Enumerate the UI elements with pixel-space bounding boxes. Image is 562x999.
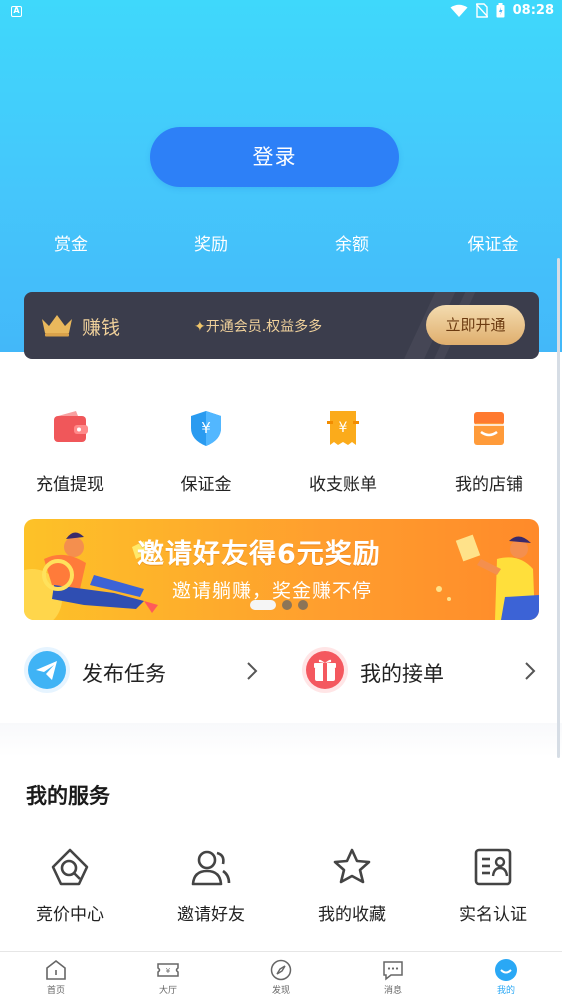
service-label: 我的收藏: [318, 905, 386, 925]
my-orders-label: 我的接单: [360, 662, 444, 686]
quick-action-label: 保证金: [180, 475, 232, 495]
nav-label: 大厅: [158, 986, 177, 996]
crown-icon: [42, 315, 72, 337]
svg-text:¥: ¥: [339, 420, 348, 436]
wallet-icon: [54, 411, 88, 442]
nav-label: 消息: [383, 986, 402, 996]
message-icon: [383, 961, 403, 981]
vip-title: 赚钱: [82, 317, 121, 339]
no-sim-icon: [475, 3, 488, 18]
svg-text:¥: ¥: [201, 419, 211, 437]
quick-action-recharge-withdraw[interactable]: 充值提现: [0, 408, 140, 498]
banner-right-illustration: [436, 534, 539, 620]
service-label: 竞价中心: [36, 905, 104, 925]
svg-text:¥: ¥: [166, 967, 171, 975]
service-label: 实名认证: [459, 905, 527, 925]
open-membership-button[interactable]: 立即开通: [426, 305, 525, 345]
quick-action-label: 我的店铺: [455, 475, 523, 495]
profile-icon: [495, 959, 517, 981]
banner-title: 邀请好友得6元奖励: [137, 539, 381, 570]
quick-action-bills[interactable]: ¥ 收支账单: [273, 408, 413, 498]
publish-task-label: 发布任务: [82, 662, 166, 686]
home-icon: [46, 959, 66, 980]
login-button[interactable]: 登录: [150, 127, 399, 187]
stat-deposit[interactable]: 保证金: [443, 230, 543, 255]
status-bar: A 08:28: [0, 0, 562, 24]
star-icon: [333, 848, 371, 884]
service-invite-friends[interactable]: 邀请好友: [141, 846, 281, 926]
battery-icon: [496, 3, 505, 18]
services-section-title: 我的服务: [26, 784, 110, 808]
carousel-dot[interactable]: [282, 600, 292, 610]
nav-hall[interactable]: ¥ 大厅: [112, 952, 224, 999]
publish-task-entry[interactable]: 发布任务: [24, 645, 264, 699]
vip-description: ✦开通会员.权益多多: [194, 319, 323, 335]
quick-action-label: 收支账单: [309, 475, 377, 495]
nav-profile[interactable]: 我的: [450, 952, 562, 999]
shield-icon: ¥: [191, 411, 221, 446]
quick-action-deposit[interactable]: ¥ 保证金: [136, 408, 276, 498]
service-label: 邀请好友: [177, 905, 245, 925]
id-card-icon: [474, 848, 512, 886]
auction-icon: [51, 848, 89, 886]
bill-icon: ¥: [327, 411, 359, 445]
nav-label: 发现: [271, 986, 290, 996]
shop-icon: [474, 412, 504, 445]
bottom-navigation: 首页 ¥ 大厅 发现 消息 我的: [0, 951, 562, 999]
nav-messages[interactable]: 消息: [337, 952, 449, 999]
scrollbar[interactable]: [557, 258, 560, 758]
carousel-dot[interactable]: [298, 600, 308, 610]
compass-icon: [270, 959, 292, 981]
carousel-indicator[interactable]: [250, 600, 308, 610]
ticket-icon: ¥: [157, 963, 179, 977]
users-icon: [191, 850, 231, 886]
nav-label: 我的: [496, 986, 515, 996]
quick-action-my-shop[interactable]: 我的店铺: [419, 408, 559, 498]
invite-banner[interactable]: 邀请好友得6元奖励 邀请躺赚，奖金赚不停: [24, 519, 539, 620]
carousel-dot-active[interactable]: [250, 600, 276, 610]
profile-page: A 08:28 登录 赏金 奖励 余额 保证金 赚钱 ✦开通会员.权益多多 立即…: [0, 0, 562, 999]
chevron-right-icon: [247, 662, 258, 680]
sparkle-icon: ✦: [194, 319, 206, 335]
chevron-right-icon: [525, 662, 536, 680]
service-favorites[interactable]: 我的收藏: [282, 846, 422, 926]
nav-discover[interactable]: 发现: [225, 952, 337, 999]
banner-subtitle: 邀请躺赚，奖金赚不停: [172, 580, 373, 602]
my-orders-entry[interactable]: 我的接单: [302, 645, 542, 699]
stat-reward[interactable]: 奖励: [161, 230, 261, 255]
gift-icon: [302, 647, 348, 693]
quick-action-label: 充值提现: [36, 475, 104, 495]
stat-bounty[interactable]: 赏金: [21, 230, 121, 255]
app-notification-icon: A: [11, 6, 22, 17]
wifi-icon: [450, 4, 468, 17]
send-icon: [24, 647, 70, 693]
service-bidding-center[interactable]: 竞价中心: [0, 846, 140, 926]
section-divider: [0, 723, 562, 757]
nav-home[interactable]: 首页: [0, 952, 112, 999]
service-real-name-auth[interactable]: 实名认证: [423, 846, 562, 926]
status-time: 08:28: [512, 3, 554, 18]
nav-label: 首页: [46, 986, 65, 996]
stat-balance[interactable]: 余额: [302, 230, 402, 255]
vip-membership-bar[interactable]: 赚钱 ✦开通会员.权益多多 立即开通: [24, 292, 539, 359]
account-stats: 赏金 奖励 余额 保证金: [0, 230, 562, 260]
